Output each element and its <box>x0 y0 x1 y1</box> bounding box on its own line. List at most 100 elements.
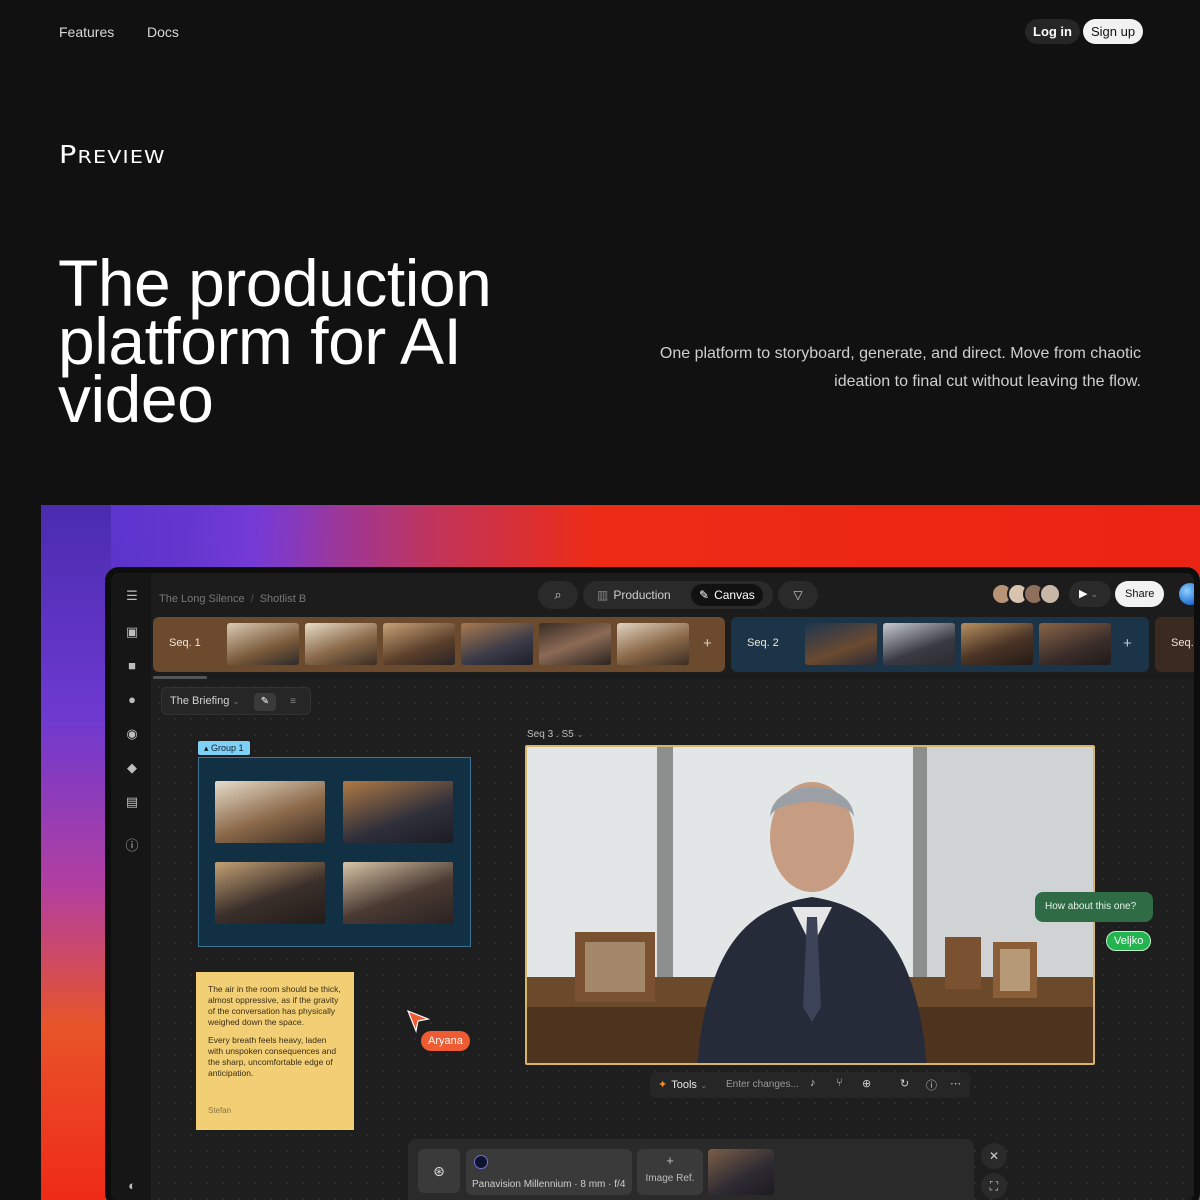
breadcrumb-project[interactable]: The Long Silence <box>159 593 245 605</box>
breadcrumb: The Long Silence / Shotlist B <box>159 593 307 605</box>
sequence-2[interactable]: Seq. 2 + <box>731 617 1149 672</box>
collaborator-cursor-label: Veljko <box>1106 931 1152 951</box>
person-icon[interactable]: ● <box>125 693 139 707</box>
share-button[interactable]: Share <box>1115 581 1165 607</box>
globe-icon[interactable] <box>1179 583 1194 605</box>
shot-thumbnail[interactable] <box>617 623 689 665</box>
canvas-view-button[interactable]: ✎ <box>254 693 276 711</box>
note-paragraph: Every breath feels heavy, laden with uns… <box>208 1035 337 1078</box>
canvas-area[interactable]: The Briefing ⌄ ✎ ≡ ▴ Group 1 Seq 3 . S5 … <box>151 679 1194 1200</box>
collaborator-avatars <box>991 583 1066 607</box>
camera-settings[interactable]: Panavision Millennium · 8 mm · f/4 <box>466 1149 632 1195</box>
note-paragraph: The air in the room should be thick, alm… <box>208 984 341 1027</box>
branch-icon[interactable]: ⑂ <box>836 1077 843 1089</box>
shot-thumbnail[interactable] <box>305 623 377 665</box>
shot-thumbnail[interactable] <box>883 623 955 665</box>
left-rail: ☰ ▣ ■ ● ◉ ◆ ▤ ⓘ ◐ <box>111 573 151 1200</box>
location-pin-icon[interactable]: ◉ <box>125 727 139 741</box>
sparkle-icon: ✦ <box>658 1079 668 1091</box>
app-window: ☰ ▣ ■ ● ◉ ◆ ▤ ⓘ ◐ The Long Silence / Shotl… <box>105 567 1200 1200</box>
expand-icon[interactable]: ⛶ <box>981 1173 1007 1199</box>
chevron-down-icon: ⌄ <box>576 729 585 739</box>
chevron-down-icon: ⌄ <box>699 1080 708 1090</box>
signup-button[interactable]: Sign up <box>1083 19 1144 44</box>
shot-toolbar: ✦ Tools ⌄ Enter changes... ♪ ⑂ ⊕ ↻ ⓘ ⋯ <box>650 1072 970 1098</box>
shot-thumbnail[interactable] <box>383 623 455 665</box>
group-label[interactable]: ▴ Group 1 <box>198 741 250 755</box>
play-button[interactable]: ▶ ⌄ <box>1069 581 1111 607</box>
search-button[interactable]: ⌕ <box>538 581 578 609</box>
brand-logo[interactable]: Preview <box>59 140 166 169</box>
image-ref-button[interactable]: + Image Ref. <box>637 1149 703 1195</box>
folder-icon[interactable]: ■ <box>125 659 139 673</box>
chat-icon[interactable]: ▣ <box>125 625 139 639</box>
sequence-label: Seq. 3 <box>1171 637 1200 649</box>
more-icon[interactable]: ⋯ <box>950 1077 961 1090</box>
tab-canvas[interactable]: ✎ Canvas <box>691 584 763 606</box>
shot-group[interactable] <box>198 757 471 947</box>
shot-thumbnail[interactable] <box>215 781 325 843</box>
collaborator-cursor-label: Aryana <box>421 1031 470 1051</box>
chevron-down-icon: ⌄ <box>232 696 240 706</box>
top-nav: Features Docs Log in Sign up <box>0 0 1200 64</box>
chevron-down-icon: ⌄ <box>1090 589 1099 599</box>
changes-input[interactable]: Enter changes... <box>726 1079 799 1090</box>
sequence-3[interactable]: Seq. 3 <box>1155 617 1200 672</box>
search-icon: ⌕ <box>554 587 562 602</box>
breadcrumb-page[interactable]: Shotlist B <box>260 593 306 605</box>
camera-lens-icon <box>474 1155 488 1169</box>
gradient-left-edge <box>41 505 111 1200</box>
shot-thumbnail[interactable] <box>539 623 611 665</box>
sequence-1[interactable]: Seq. 1 + <box>153 617 725 672</box>
camera-label: Panavision Millennium · 8 mm · f/4 <box>472 1179 626 1190</box>
shot-thumbnail[interactable] <box>215 862 325 924</box>
canvas-icon: ✎ <box>699 588 710 602</box>
comment-bubble[interactable]: How about this one? <box>1035 892 1153 922</box>
hero-title: The production platform for AI video <box>58 246 492 436</box>
shot-thumbnail[interactable] <box>461 623 533 665</box>
help-icon[interactable]: ◐ <box>125 1179 139 1193</box>
close-icon[interactable]: ✕ <box>981 1143 1007 1169</box>
hero-subtitle: One platform to storyboard, generate, an… <box>659 345 1141 390</box>
tab-production[interactable]: ▥ Production <box>589 584 679 606</box>
tools-dropdown[interactable]: ✦ Tools ⌄ <box>658 1078 708 1091</box>
info-icon[interactable]: ⓘ <box>926 1077 937 1093</box>
cube-icon[interactable]: ◆ <box>125 761 139 775</box>
storyboard-icon: ▥ <box>597 588 609 602</box>
play-icon: ▶ <box>1079 588 1088 600</box>
briefing-label: The Briefing ⌄ <box>170 695 240 707</box>
info-icon[interactable]: ⓘ <box>125 839 139 853</box>
briefing-selector[interactable]: The Briefing ⌄ ✎ ≡ <box>161 687 311 715</box>
main-shot-frame[interactable] <box>525 745 1095 1065</box>
reference-image[interactable] <box>708 1149 774 1195</box>
menu-icon[interactable]: ☰ <box>125 589 139 603</box>
add-shot-button[interactable]: + <box>1123 635 1132 652</box>
target-icon[interactable]: ⊕ <box>862 1077 871 1090</box>
shot-thumbnail[interactable] <box>961 623 1033 665</box>
nav-features-link[interactable]: Features <box>59 24 114 40</box>
shot-title[interactable]: Seq 3 . S5 ⌄ <box>527 729 584 740</box>
shot-thumbnail[interactable] <box>805 623 877 665</box>
shot-thumbnail[interactable] <box>343 781 453 843</box>
microphone-icon[interactable]: ♪ <box>810 1077 816 1089</box>
sequence-label: Seq. 1 <box>169 637 201 649</box>
view-switcher: ▥ Production ✎ Canvas <box>583 581 773 609</box>
nav-docs-link[interactable]: Docs <box>147 24 179 40</box>
shot-image <box>527 747 1093 1063</box>
refresh-icon[interactable]: ↻ <box>900 1077 909 1090</box>
filter-button[interactable]: ▽ <box>778 581 818 609</box>
filter-icon: ▽ <box>793 588 803 602</box>
shot-thumbnail[interactable] <box>343 862 453 924</box>
list-view-button[interactable]: ≡ <box>282 693 304 711</box>
login-button[interactable]: Log in <box>1025 19 1080 44</box>
sticky-note[interactable]: The air in the room should be thick, alm… <box>196 972 354 1130</box>
plus-icon: + <box>666 1153 674 1168</box>
avatar[interactable] <box>1039 583 1061 605</box>
shot-thumbnail[interactable] <box>227 623 299 665</box>
note-author: Stefan <box>208 1106 232 1115</box>
generation-panel: ⊛ Panavision Millennium · 8 mm · f/4 + Im… <box>408 1139 974 1200</box>
document-icon[interactable]: ▤ <box>125 795 139 809</box>
blend-icon[interactable]: ⊛ <box>418 1149 460 1193</box>
add-shot-button[interactable]: + <box>703 635 712 652</box>
shot-thumbnail[interactable] <box>1039 623 1111 665</box>
